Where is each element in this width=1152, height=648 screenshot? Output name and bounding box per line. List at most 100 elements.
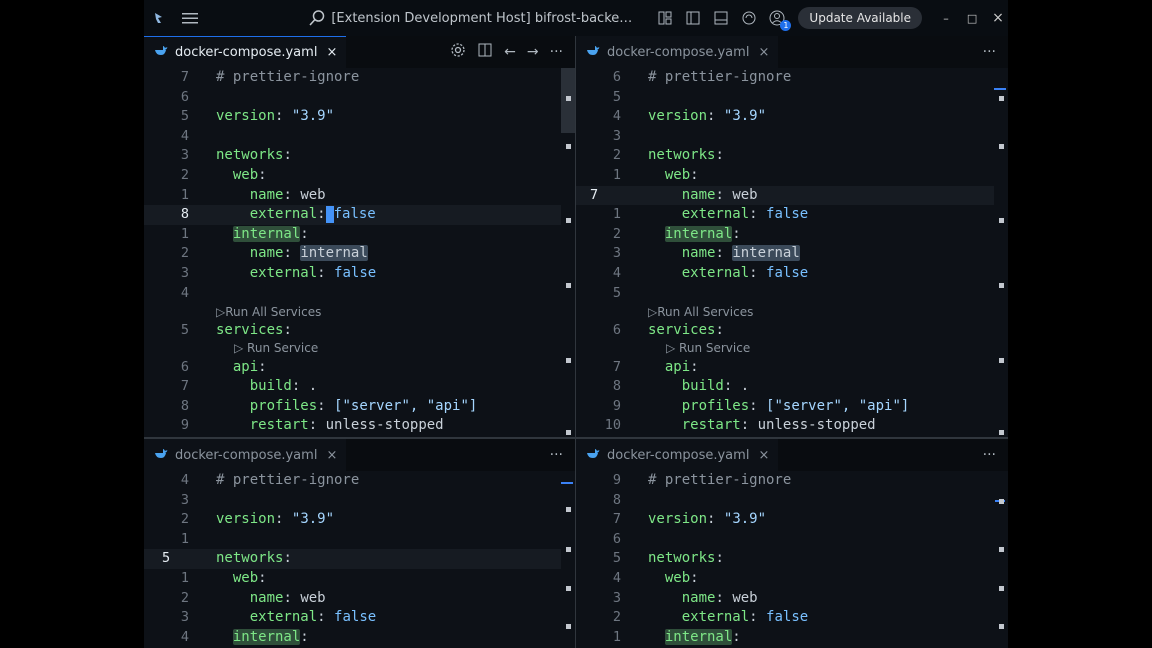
code-line: 2 internal: [612, 225, 741, 242]
accounts-icon[interactable]: 1 [766, 7, 792, 31]
window-title[interactable]: [Extension Development Host] bifrost-bac… [331, 11, 636, 26]
code-editor[interactable]: 9 # prettier-ignore 8 7 version: "3.9" 6 5… [576, 471, 1008, 648]
run-service-codelens[interactable]: ▷ Run Service [666, 340, 750, 356]
code-line: 1 name: web [180, 186, 326, 203]
code-line: 2 name: web [180, 589, 326, 606]
code-editor[interactable]: 6 # prettier-ignore 5 4 version: "3.9" 3 2… [576, 68, 1008, 437]
text-cursor [325, 205, 334, 223]
split-editor-icon[interactable] [477, 42, 493, 62]
tab-close-icon[interactable]: × [326, 448, 337, 463]
overview-ruler-mark [566, 507, 571, 512]
code-line: 9 # prettier-ignore [612, 472, 792, 488]
scrollbar[interactable] [561, 471, 575, 648]
docker-icon [154, 45, 168, 60]
more-actions-icon[interactable]: ··· [983, 44, 996, 60]
overview-ruler-mark [999, 283, 1004, 288]
code-line: 3 [180, 491, 189, 508]
settings-gear-icon[interactable] [450, 42, 466, 62]
overview-ruler-mark [566, 624, 571, 629]
code-line: 6 [180, 88, 189, 105]
code-line: 3 name: web [612, 589, 758, 606]
code-line: 3 name: internal [612, 245, 800, 262]
code-line: 5 services: [180, 321, 292, 338]
toggle-sidebar-icon[interactable] [682, 7, 704, 29]
editor-pane-bottom-right: docker-compose.yaml × ··· 9 # prettier-ig… [576, 439, 1008, 648]
update-available-button[interactable]: Update Available [798, 7, 923, 29]
search-icon[interactable] [303, 9, 332, 27]
run-service-codelens[interactable]: ▷ Run Service [234, 340, 318, 356]
more-actions-icon[interactable]: ··· [550, 44, 563, 60]
overview-ruler-mark [566, 430, 571, 435]
overview-ruler-mark [999, 547, 1004, 552]
toggle-panel-icon[interactable] [710, 7, 732, 29]
minimize-button[interactable]: – [936, 12, 956, 25]
tab-docker-compose[interactable]: docker-compose.yaml × [576, 36, 779, 68]
customize-layout-icon[interactable] [654, 7, 676, 29]
tab-docker-compose[interactable]: docker-compose.yaml × [576, 439, 779, 471]
code-editor[interactable]: 4 # prettier-ignore 3 2 version: "3.9" 1 5… [144, 471, 575, 648]
code-line: 1 internal: [180, 225, 309, 242]
go-back-icon[interactable]: ← [504, 44, 516, 60]
code-line: 4 internal: [180, 628, 309, 645]
code-line: 3 [612, 127, 621, 144]
code-line: 7 version: "3.9" [612, 511, 767, 528]
tab-close-icon[interactable]: × [326, 45, 337, 60]
go-forward-icon[interactable]: → [527, 44, 539, 60]
overview-ruler-mark [566, 283, 571, 288]
docker-icon [586, 45, 600, 60]
tab-docker-compose[interactable]: docker-compose.yaml × [144, 36, 347, 68]
code-line: 4 web: [612, 570, 699, 586]
code-line: 4 [180, 284, 189, 301]
code-line: 2 name: internal [180, 245, 368, 262]
tab-bar: docker-compose.yaml × ··· [576, 36, 1008, 68]
code-line: 6 [612, 530, 621, 547]
tab-label: docker-compose.yaml [607, 447, 750, 463]
code-line: 2 version: "3.9" [180, 511, 335, 528]
code-line: 1 web: [612, 167, 699, 183]
hamburger-menu-icon[interactable] [174, 0, 204, 36]
tab-close-icon[interactable]: × [758, 448, 769, 463]
overview-ruler-mark [999, 96, 1004, 101]
close-window-button[interactable]: × [988, 10, 1008, 26]
tab-docker-compose[interactable]: docker-compose.yaml × [144, 439, 347, 471]
maximize-button[interactable]: □ [962, 12, 982, 25]
overview-ruler-mark [566, 547, 571, 552]
tab-bar: docker-compose.yaml × ··· [144, 439, 575, 471]
code-line: 7 build: . [180, 378, 318, 395]
more-actions-icon[interactable]: ··· [550, 447, 563, 463]
title-bar: [Extension Development Host] bifrost-bac… [144, 0, 1008, 36]
play-icon: ▷ [234, 341, 248, 356]
code-line: 2 web: [180, 167, 267, 183]
run-all-services-codelens[interactable]: ▷Run All Services [216, 304, 321, 320]
overview-ruler-mark [566, 358, 571, 363]
code-line: 6 # prettier-ignore [612, 69, 792, 85]
overview-ruler-mark [566, 96, 571, 101]
scrollbar[interactable] [994, 471, 1008, 648]
scrollbar[interactable] [561, 68, 575, 437]
pane-divider-horizontal[interactable] [144, 437, 1008, 439]
more-actions-icon[interactable]: ··· [983, 447, 996, 463]
overview-ruler-mark [999, 586, 1004, 591]
tab-bar: docker-compose.yaml × ← → ··· [144, 36, 575, 68]
docker-icon [586, 448, 600, 463]
play-icon: ▷ [648, 305, 658, 319]
overview-ruler-mark [999, 430, 1004, 435]
code-line-current: 8 external: false [144, 205, 561, 225]
code-line: 5 [612, 284, 621, 301]
app-logo-icon [144, 0, 174, 36]
code-line: 1 [180, 530, 189, 547]
code-line-current: 7 name: web [576, 185, 994, 206]
pane-divider-vertical[interactable] [575, 36, 576, 648]
code-line: 8 profiles: ["server", "api"] [180, 397, 478, 414]
copilot-icon[interactable] [738, 7, 760, 29]
tab-label: docker-compose.yaml [175, 447, 318, 463]
overview-ruler-mark [999, 499, 1004, 504]
scrollbar[interactable] [994, 68, 1008, 437]
code-line: 4 # prettier-ignore [180, 472, 360, 488]
tab-close-icon[interactable]: × [758, 45, 769, 60]
code-line: 8 [612, 491, 621, 508]
run-all-services-codelens[interactable]: ▷Run All Services [648, 304, 753, 320]
overview-ruler-mark [999, 144, 1004, 149]
code-editor[interactable]: 7 # prettier-ignore 6 5 version: "3.9" 4 3… [144, 68, 575, 437]
code-line: 9 restart: unless-stopped [180, 417, 444, 434]
